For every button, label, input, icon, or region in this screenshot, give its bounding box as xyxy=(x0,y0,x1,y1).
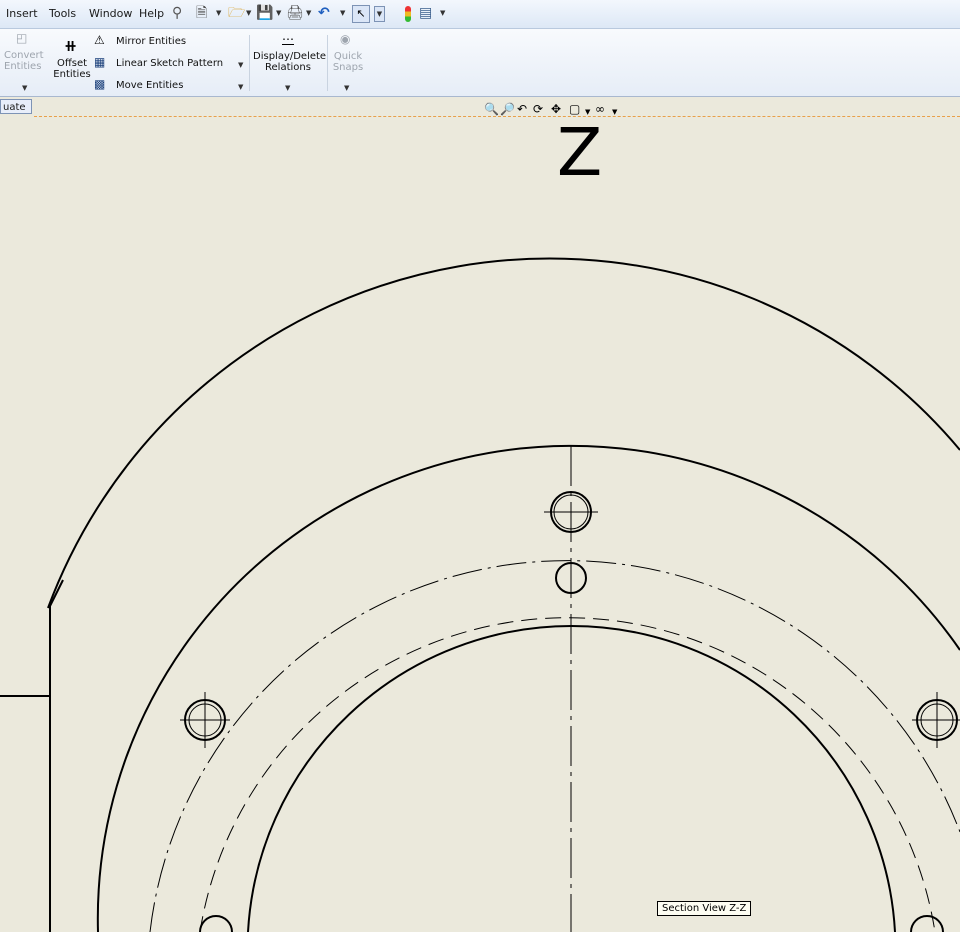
flange-outer-circle xyxy=(96,444,960,932)
section-view-label[interactable]: Z xyxy=(557,118,602,188)
bolt-circle-centerline xyxy=(149,560,960,932)
hidden-line-circle xyxy=(199,617,936,932)
bolt-hole-bottom-left xyxy=(199,915,233,932)
bolt-hole-bottom-right xyxy=(910,915,944,932)
section-view-drawing[interactable] xyxy=(0,0,960,932)
section-view-tooltip: Section View Z-Z xyxy=(657,901,752,916)
outer-flange-arc xyxy=(47,257,960,609)
part-outline-edge xyxy=(0,579,64,932)
